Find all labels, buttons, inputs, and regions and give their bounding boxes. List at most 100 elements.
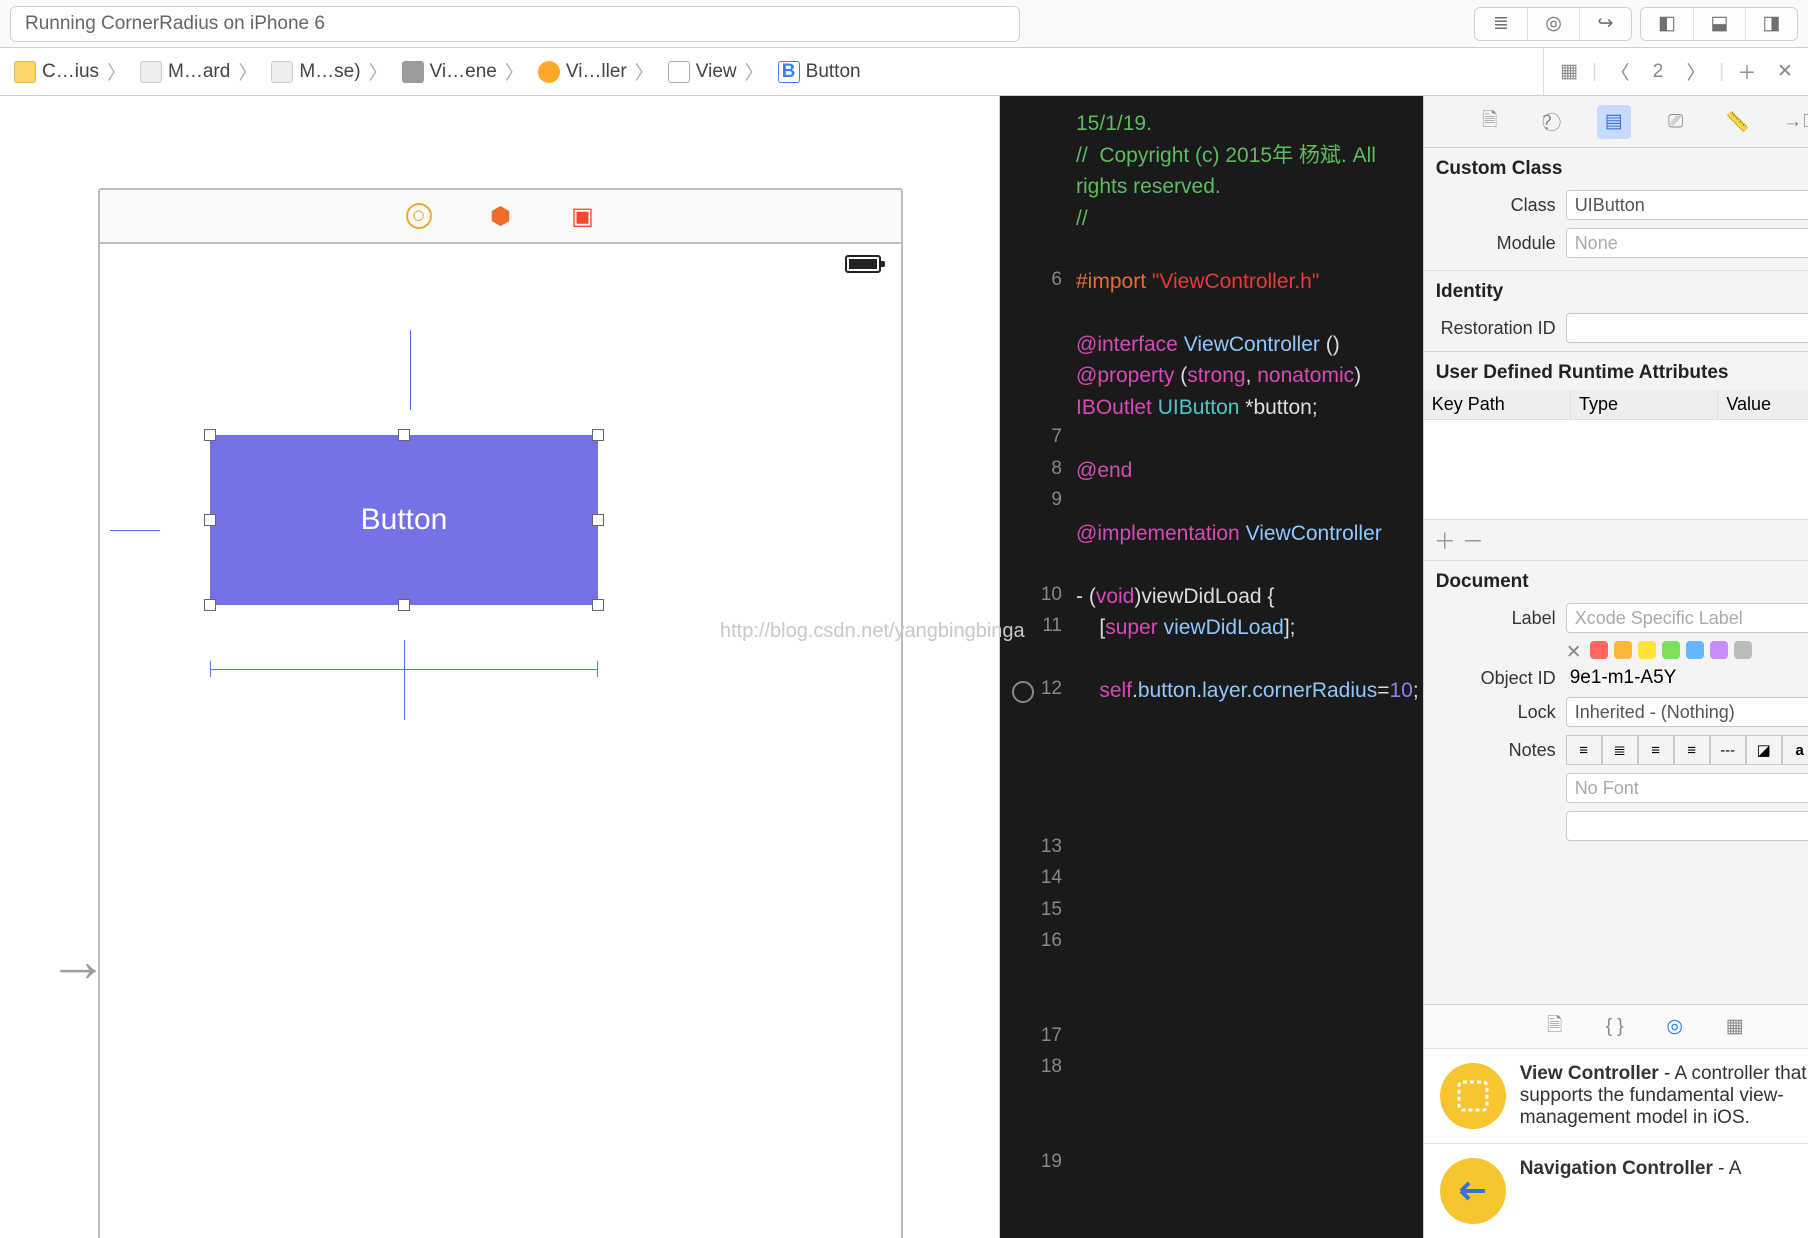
label-color-swatches[interactable]: ✕: [1566, 641, 1752, 659]
resize-handle[interactable]: [398, 429, 410, 441]
nav-forward-icon[interactable]: 〉: [1681, 57, 1711, 87]
utilities-panel: 选中这个 点击+号就可以添加 🗎 ？⃝ ▤ ⎚ 📏 →⃝ Custom Clas…: [1423, 96, 1808, 1238]
udra-col-keypath: Key Path: [1424, 390, 1571, 419]
custom-class-header: Custom Class: [1424, 148, 1808, 186]
panel-right-icon[interactable]: ◨: [1745, 8, 1797, 40]
button-icon: B: [778, 61, 800, 83]
resize-handle[interactable]: [204, 429, 216, 441]
toolbar-right: ≣ ◎ ↪ ◧ ⬓ ◨: [1474, 7, 1798, 41]
crumb-base[interactable]: M…se)〉: [265, 58, 395, 85]
ib-canvas[interactable]: → ○ ⬢ ▣ Button: [0, 96, 1000, 1238]
object-id-label: Object ID: [1436, 668, 1556, 689]
width-measure: [210, 669, 598, 670]
resize-handle[interactable]: [398, 599, 410, 611]
file-inspector-tab-icon[interactable]: 🗎: [1473, 105, 1507, 139]
document-icon: [271, 61, 293, 83]
notes-label: Notes: [1436, 740, 1556, 761]
editor-version-icon[interactable]: ↪: [1579, 8, 1631, 40]
code-editor[interactable]: 6 789 1011 12 13141516 1718 19 2021 15/1…: [1000, 96, 1423, 1238]
first-responder-dock-icon[interactable]: ⬢: [488, 203, 514, 229]
object-library-tab-icon[interactable]: ◎: [1662, 1014, 1688, 1040]
notes-text-field[interactable]: [1566, 811, 1808, 841]
attributes-inspector-tab-icon[interactable]: ⎚: [1659, 105, 1693, 139]
resize-handle[interactable]: [592, 429, 604, 441]
activity-status-text: Running CornerRadius on iPhone 6: [25, 13, 325, 35]
resize-handle[interactable]: [592, 599, 604, 611]
crumb-button[interactable]: B Button: [772, 61, 867, 83]
crumb-label: Vi…ene: [430, 61, 497, 83]
nav-back-icon[interactable]: 〈: [1605, 57, 1635, 87]
class-field[interactable]: UIButton: [1566, 190, 1808, 220]
crumb-label: View: [696, 61, 737, 83]
assistant-jump-bar: ▦ | 〈 2 〉 | ＋ ✕: [1543, 48, 1800, 95]
crumb-label: M…se): [299, 61, 360, 83]
add-assistant-icon[interactable]: ＋: [1732, 57, 1762, 87]
udra-header: User Defined Runtime Attributes: [1424, 352, 1808, 390]
resize-handle[interactable]: [592, 514, 604, 526]
code-content[interactable]: 15/1/19. // Copyright (c) 2015年 杨斌. All …: [1072, 96, 1423, 1238]
selected-button[interactable]: Button: [210, 435, 598, 605]
restoration-id-field[interactable]: [1566, 313, 1808, 343]
selection-wrapper: Button: [160, 410, 660, 640]
scene-dock: ○ ⬢ ▣: [100, 190, 901, 244]
editor-standard-icon[interactable]: ≣: [1475, 8, 1527, 40]
crumb-view[interactable]: View〉: [662, 58, 772, 85]
navigationcontroller-library-icon: [1440, 1158, 1506, 1224]
crumb-project[interactable]: C…ius〉: [8, 58, 134, 85]
library-item-viewcontroller[interactable]: View Controller - A controller that supp…: [1424, 1048, 1808, 1143]
udra-table-body[interactable]: [1424, 420, 1808, 520]
main-toolbar: Running CornerRadius on iPhone 6 ≣ ◎ ↪ ◧…: [0, 0, 1808, 48]
inspector-tab-bar: 🗎 ？⃝ ▤ ⎚ 📏 →⃝: [1424, 96, 1808, 148]
library-item-navigationcontroller[interactable]: Navigation Controller - A: [1424, 1143, 1808, 1238]
file-template-tab-icon[interactable]: 🗎: [1542, 1014, 1568, 1040]
udra-col-type: Type: [1571, 390, 1718, 419]
crumb-label: Vi…ller: [566, 61, 627, 83]
quick-help-tab-icon[interactable]: ？⃝: [1535, 105, 1569, 139]
editor-assistant-icon[interactable]: ◎: [1527, 8, 1579, 40]
identity-header: Identity: [1424, 270, 1808, 309]
udra-remove-button[interactable]: －: [1462, 529, 1484, 554]
crumb-label: Button: [806, 61, 861, 83]
udra-add-button[interactable]: ＋: [1434, 529, 1456, 554]
document-label-field[interactable]: Xcode Specific Label: [1566, 603, 1808, 633]
counterpart-count: 2: [1643, 57, 1673, 87]
lock-select[interactable]: Inherited - (Nothing): [1566, 697, 1808, 727]
resize-handle[interactable]: [204, 599, 216, 611]
restoration-id-label: Restoration ID: [1436, 318, 1556, 339]
jump-bar: C…ius〉 M…ard〉 M…se)〉 Vi…ene〉 Vi…ller〉 Vi…: [0, 48, 1808, 96]
alignment-guide: [110, 530, 160, 531]
scene-icon: [402, 61, 424, 83]
crumb-storyboard[interactable]: M…ard〉: [134, 58, 265, 85]
panel-bottom-icon[interactable]: ⬓: [1693, 8, 1745, 40]
related-items-icon[interactable]: ▦: [1554, 57, 1584, 87]
connections-inspector-tab-icon[interactable]: →⃝: [1783, 105, 1808, 139]
resize-handle[interactable]: [204, 514, 216, 526]
document-icon: [140, 61, 162, 83]
lock-label: Lock: [1436, 702, 1556, 723]
library-item-text: Navigation Controller - A: [1520, 1158, 1808, 1224]
library-tab-bar: 🗎 { } ◎ ▦: [1424, 1004, 1808, 1048]
identity-inspector-tab-icon[interactable]: ▤: [1597, 105, 1631, 139]
exit-dock-icon[interactable]: ▣: [570, 203, 596, 229]
viewcontroller-dock-icon[interactable]: ○: [406, 203, 432, 229]
class-label: Class: [1436, 195, 1556, 216]
media-library-tab-icon[interactable]: ▦: [1722, 1014, 1748, 1040]
notes-font-field[interactable]: No FontT: [1566, 773, 1808, 803]
folder-icon: [14, 61, 36, 83]
notes-toolbar[interactable]: ≡≣≡≡---◪a…: [1566, 735, 1808, 765]
udra-col-value: Value: [1718, 390, 1808, 419]
line-gutter: 6 789 1011 12 13141516 1718 19 2021: [1000, 96, 1072, 1238]
activity-status: Running CornerRadius on iPhone 6: [10, 6, 1020, 42]
module-field[interactable]: None: [1566, 228, 1808, 258]
size-inspector-tab-icon[interactable]: 📏: [1721, 105, 1755, 139]
library-item-text: View Controller - A controller that supp…: [1520, 1063, 1808, 1129]
panel-left-icon[interactable]: ◧: [1641, 8, 1693, 40]
scene-view: ○ ⬢ ▣ Button: [98, 188, 903, 1238]
code-snippet-tab-icon[interactable]: { }: [1602, 1014, 1628, 1040]
crumb-label: C…ius: [42, 61, 99, 83]
crumb-viewcontroller[interactable]: Vi…ller〉: [532, 58, 662, 85]
button-title: Button: [361, 503, 448, 537]
close-assistant-icon[interactable]: ✕: [1770, 57, 1800, 87]
viewcontroller-icon: [538, 61, 560, 83]
crumb-scene[interactable]: Vi…ene〉: [396, 58, 532, 85]
